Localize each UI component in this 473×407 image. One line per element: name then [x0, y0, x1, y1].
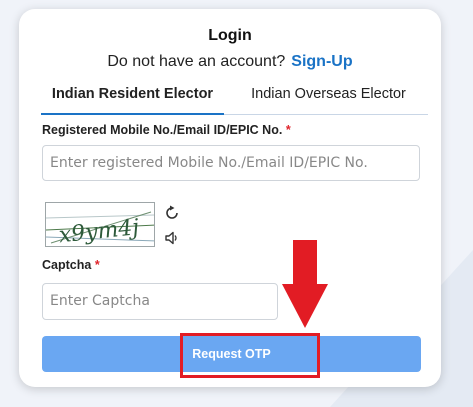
- captcha-required-mark: *: [94, 258, 100, 272]
- captcha-label-text: Captcha: [42, 258, 92, 272]
- annotation-highlight-box: [180, 333, 320, 378]
- login-card: Login Do not have an account? Sign-Up Ind…: [19, 9, 441, 387]
- login-title: Login: [208, 27, 252, 44]
- identifier-label-text: Registered Mobile No./Email ID/EPIC No.: [42, 123, 283, 137]
- signup-link[interactable]: Sign-Up: [291, 53, 352, 70]
- elector-tabs: Indian Resident Elector Indian Overseas …: [41, 81, 428, 115]
- identifier-label: Registered Mobile No./Email ID/EPIC No. …: [42, 123, 291, 137]
- tab-indian-resident-elector[interactable]: Indian Resident Elector: [41, 81, 224, 115]
- captcha-label: Captcha *: [42, 258, 100, 272]
- refresh-icon[interactable]: [164, 205, 180, 221]
- captcha-image: x9ym4j: [45, 202, 155, 247]
- signup-prompt: Do not have an account? Sign-Up: [19, 53, 441, 71]
- captcha-text: x9ym4j: [58, 215, 141, 247]
- identifier-placeholder: Enter registered Mobile No./Email ID/EPI…: [50, 155, 368, 171]
- speaker-icon[interactable]: [164, 230, 180, 246]
- red-down-arrow-icon: [282, 240, 328, 328]
- captcha-placeholder: Enter Captcha: [50, 293, 150, 309]
- tab-indian-overseas-elector[interactable]: Indian Overseas Elector: [231, 81, 426, 115]
- required-mark: *: [285, 123, 291, 137]
- captcha-input[interactable]: Enter Captcha: [42, 283, 278, 320]
- no-account-text: Do not have an account?: [107, 53, 286, 70]
- identifier-input[interactable]: Enter registered Mobile No./Email ID/EPI…: [42, 145, 420, 181]
